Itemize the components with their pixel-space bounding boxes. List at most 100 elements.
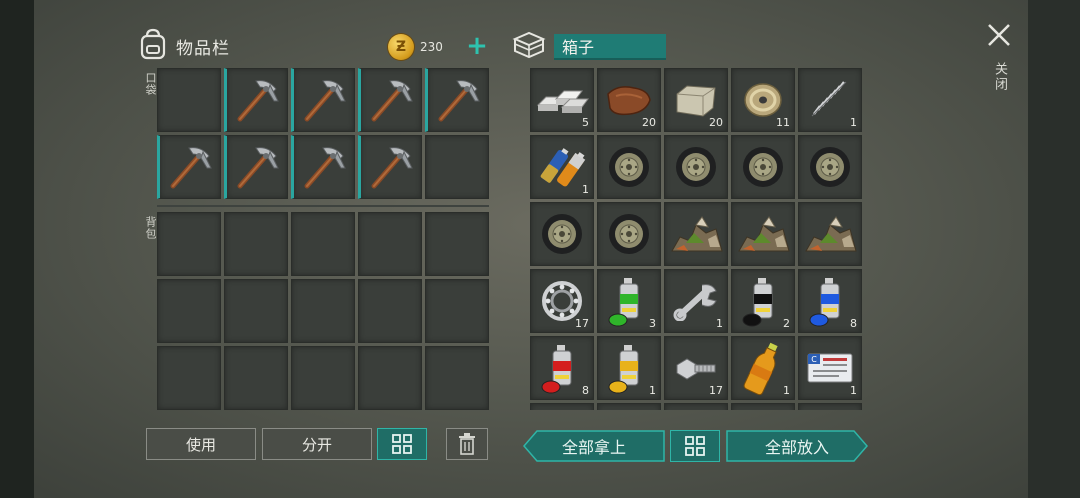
put-all-label: 全部放入 <box>764 438 829 457</box>
split-button[interactable]: 分开 <box>262 428 372 460</box>
sort-chest-button[interactable] <box>670 430 720 462</box>
chest-slot[interactable]: 8 <box>798 269 862 333</box>
item-quantity: 17 <box>575 317 589 330</box>
backpack-slot[interactable] <box>157 212 221 276</box>
item-quantity: 11 <box>776 116 790 129</box>
pocket-slot[interactable] <box>291 68 355 132</box>
add-coins-button[interactable]: + <box>464 33 490 60</box>
pocket-slot[interactable] <box>157 68 221 132</box>
chest-slot[interactable] <box>530 202 594 266</box>
item-quantity: 1 <box>850 116 857 129</box>
chest-slot[interactable] <box>731 403 795 410</box>
backpack-slot[interactable] <box>291 279 355 343</box>
screen-edge-left <box>0 0 34 498</box>
chest-slot[interactable]: 1 <box>798 68 862 132</box>
chest-slot[interactable]: 3 <box>597 269 661 333</box>
item-quantity: 8 <box>850 317 857 330</box>
backpack-slot[interactable] <box>224 212 288 276</box>
chest-icon <box>512 30 546 64</box>
pocket-grid <box>157 68 489 199</box>
pocket-slot[interactable] <box>224 135 288 199</box>
take-all-label: 全部拿上 <box>561 438 626 457</box>
coin-icon: Ƶ <box>388 34 414 60</box>
chest-slot[interactable] <box>664 202 728 266</box>
chest-slot[interactable] <box>530 403 594 410</box>
backpack-slot[interactable] <box>157 346 221 410</box>
item-quantity: 8 <box>582 384 589 397</box>
chest-slot[interactable]: 20 <box>664 68 728 132</box>
grid-sort-icon <box>392 434 412 454</box>
backpack-slot[interactable] <box>157 279 221 343</box>
item-quantity: 3 <box>649 317 656 330</box>
chest-slot[interactable]: 1 <box>530 135 594 199</box>
chest-slot[interactable]: 20 <box>597 68 661 132</box>
backpack-slot[interactable] <box>425 346 489 410</box>
sort-inventory-button[interactable] <box>377 428 427 460</box>
coin-balance: Ƶ 230 + <box>388 32 490 62</box>
chest-name-field[interactable]: 箱子 <box>554 34 666 60</box>
chest-slot[interactable] <box>597 403 661 410</box>
backpack-slot[interactable] <box>425 279 489 343</box>
put-all-button[interactable]: 全部放入 <box>726 430 868 462</box>
inventory-divider <box>157 205 489 207</box>
take-all-button[interactable]: 全部拿上 <box>523 430 665 462</box>
backpack-slot[interactable] <box>358 279 422 343</box>
item-quantity: 2 <box>783 317 790 330</box>
item-quantity: 1 <box>850 384 857 397</box>
chest-slot[interactable]: 11 <box>731 68 795 132</box>
chest-slot[interactable]: 2 <box>731 269 795 333</box>
pocket-slot[interactable] <box>425 135 489 199</box>
close-icon <box>988 24 1010 46</box>
chest-slot[interactable]: 1 <box>731 336 795 400</box>
backpack-slot[interactable] <box>358 212 422 276</box>
chest-grid: 5 20 20 11 1 1 17 3 1 2 8 8 1 17 1 C 1 <box>530 68 862 410</box>
item-quantity: 1 <box>783 384 790 397</box>
item-quantity: 1 <box>582 183 589 196</box>
chest-slot[interactable]: 17 <box>664 336 728 400</box>
chest-slot[interactable]: C1 <box>798 336 862 400</box>
chest-slot[interactable]: 17 <box>530 269 594 333</box>
coin-count: 230 <box>420 40 443 54</box>
chest-slot[interactable]: 5 <box>530 68 594 132</box>
backpack-slot[interactable] <box>425 212 489 276</box>
item-quantity: 1 <box>716 317 723 330</box>
screen-edge-right <box>1028 0 1080 498</box>
backpack-slot[interactable] <box>291 212 355 276</box>
chest-slot[interactable] <box>597 135 661 199</box>
trash-button[interactable] <box>446 428 488 460</box>
chest-slot[interactable] <box>798 403 862 410</box>
inventory-title: 物品栏 <box>176 38 230 59</box>
use-button[interactable]: 使用 <box>146 428 256 460</box>
backpack-slot[interactable] <box>291 346 355 410</box>
chest-slot[interactable] <box>664 135 728 199</box>
chest-slot[interactable] <box>798 202 862 266</box>
backpack-slot[interactable] <box>224 279 288 343</box>
item-quantity: 20 <box>709 116 723 129</box>
chest-header: 箱子 <box>512 30 666 64</box>
pocket-slot[interactable] <box>157 135 221 199</box>
grid-sort-icon <box>685 436 705 456</box>
pocket-slot[interactable] <box>425 68 489 132</box>
close-button[interactable] <box>986 22 1012 48</box>
backpack-slot[interactable] <box>358 346 422 410</box>
pocket-slot[interactable] <box>224 68 288 132</box>
chest-slot[interactable] <box>597 202 661 266</box>
pocket-slot[interactable] <box>358 135 422 199</box>
trash-icon <box>459 433 475 455</box>
backpack-slot[interactable] <box>224 346 288 410</box>
chest-slot[interactable] <box>664 403 728 410</box>
chest-slot[interactable]: 1 <box>597 336 661 400</box>
chest-slot[interactable] <box>731 202 795 266</box>
pocket-slot[interactable] <box>291 135 355 199</box>
backpack-grid <box>157 212 489 410</box>
backpack-icon <box>138 28 168 64</box>
item-quantity: 17 <box>709 384 723 397</box>
chest-slot[interactable] <box>798 135 862 199</box>
chest-slot[interactable]: 1 <box>664 269 728 333</box>
close-label: 关闭 <box>992 62 1007 92</box>
chest-slot[interactable]: 8 <box>530 336 594 400</box>
inventory-header: 物品栏 <box>138 28 230 64</box>
pocket-slot[interactable] <box>358 68 422 132</box>
item-quantity: 20 <box>642 116 656 129</box>
chest-slot[interactable] <box>731 135 795 199</box>
